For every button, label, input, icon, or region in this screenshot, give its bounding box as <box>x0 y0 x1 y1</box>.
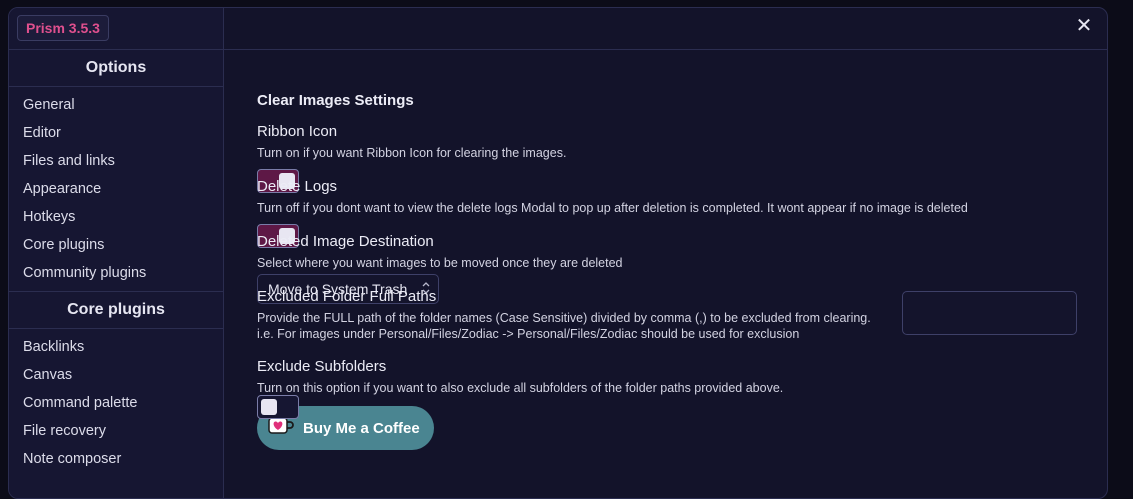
setting-ribbon-icon: Ribbon Icon Turn on if you want Ribbon I… <box>257 123 1077 193</box>
setting-exclude-subfolders: Exclude Subfolders Turn on this option i… <box>257 358 1077 419</box>
sidebar-item-appearance[interactable]: Appearance <box>9 175 223 203</box>
sidebar-item-hotkeys[interactable]: Hotkeys <box>9 203 223 231</box>
toggle-knob <box>261 399 277 415</box>
setting-excluded-folder-paths: Excluded Folder Full Paths Provide the F… <box>257 288 1077 348</box>
sidebar-item-file-recovery[interactable]: File recovery <box>9 417 223 445</box>
setting-name: Ribbon Icon <box>257 123 338 140</box>
exclude-subfolders-toggle[interactable] <box>257 395 299 419</box>
setting-description: Select where you want images to be moved… <box>257 256 623 270</box>
excluded-paths-textarea[interactable] <box>902 291 1077 335</box>
plugin-settings-content: Clear Images Settings Ribbon Icon Turn o… <box>257 92 1077 450</box>
setting-name: Deleted Image Destination <box>257 233 434 250</box>
sidebar-item-canvas[interactable]: Canvas <box>9 361 223 389</box>
settings-sidebar: Prism 3.5.3 Options General Editor Files… <box>9 8 224 498</box>
version-badge: Prism 3.5.3 <box>17 15 109 41</box>
sidebar-heading-options: Options <box>9 50 223 87</box>
close-icon[interactable]: ✕ <box>1073 15 1095 37</box>
settings-modal: Prism 3.5.3 Options General Editor Files… <box>8 7 1108 499</box>
setting-deleted-image-destination: Deleted Image Destination Select where y… <box>257 233 1077 304</box>
options-list: General Editor Files and links Appearanc… <box>9 87 223 291</box>
setting-name: Exclude Subfolders <box>257 358 387 375</box>
sidebar-item-command-palette[interactable]: Command palette <box>9 389 223 417</box>
setting-description: Turn on this option if you want to also … <box>257 381 784 395</box>
setting-delete-logs: Delete Logs Turn off if you dont want to… <box>257 178 1077 248</box>
sidebar-item-community-plugins[interactable]: Community plugins <box>9 259 223 287</box>
sidebar-item-files-and-links[interactable]: Files and links <box>9 147 223 175</box>
sidebar-top: Prism 3.5.3 <box>9 8 223 50</box>
content-header: ✕ <box>224 8 1107 50</box>
core-plugins-list: Backlinks Canvas Command palette File re… <box>9 329 223 477</box>
setting-description: Turn on if you want Ribbon Icon for clea… <box>257 146 567 160</box>
settings-title: Clear Images Settings <box>257 92 414 109</box>
sidebar-heading-core-plugins: Core plugins <box>9 291 223 329</box>
setting-name: Delete Logs <box>257 178 338 195</box>
sidebar-item-editor[interactable]: Editor <box>9 119 223 147</box>
sidebar-item-backlinks[interactable]: Backlinks <box>9 333 223 361</box>
sidebar-item-note-composer[interactable]: Note composer <box>9 445 223 473</box>
coffee-button-label: Buy Me a Coffee <box>303 419 420 437</box>
sidebar-item-core-plugins[interactable]: Core plugins <box>9 231 223 259</box>
setting-description: Turn off if you dont want to view the de… <box>257 201 968 215</box>
sidebar-item-general[interactable]: General <box>9 91 223 119</box>
